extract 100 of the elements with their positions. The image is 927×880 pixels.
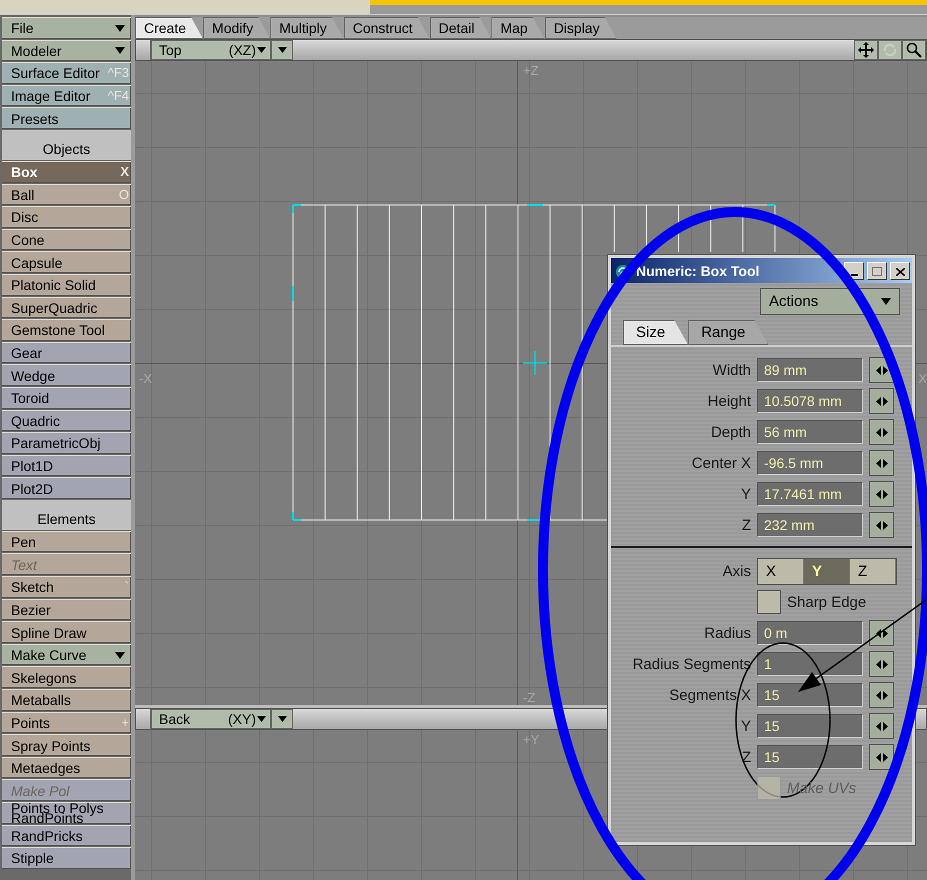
tool-button[interactable]: Cone — [2, 228, 131, 250]
number-field[interactable]: 15 — [757, 714, 863, 738]
tool-button[interactable]: Surface Editor ^F3 — [2, 62, 131, 84]
close-button[interactable] — [890, 262, 910, 280]
tool-button[interactable]: Spray Points — [2, 734, 131, 756]
rotate-button[interactable] — [878, 40, 902, 60]
number-field[interactable]: 15 — [757, 745, 863, 769]
field-label: Height — [706, 392, 751, 410]
zoom-button[interactable] — [902, 40, 926, 60]
tool-button[interactable]: Plot1D — [2, 454, 131, 476]
dialog-tab[interactable]: Range — [688, 320, 768, 345]
mode-tab[interactable]: Detail — [430, 17, 492, 39]
tool-button[interactable]: ParametricObj — [2, 432, 131, 454]
spin-button[interactable] — [869, 512, 894, 538]
dropdown-caret-icon — [115, 652, 125, 659]
left-right-arrows-icon — [876, 366, 888, 374]
tool-button[interactable]: Image Editor ^F4 — [2, 84, 131, 106]
tool-button[interactable]: Wedge — [2, 364, 131, 386]
section-header: Elements — [2, 500, 131, 530]
menu-dropdown[interactable]: Make Curve — [2, 644, 131, 666]
menu-dropdown[interactable]: Modeler — [2, 40, 131, 62]
dropdown-caret-icon — [115, 24, 125, 32]
number-field[interactable]: -96.5 mm — [757, 451, 863, 475]
tool-button[interactable]: Gemstone Tool — [2, 319, 131, 341]
tool-button[interactable]: Sketch ` — [2, 576, 131, 598]
minimize-icon — [850, 274, 858, 276]
axis-label: +Y — [523, 732, 540, 747]
spin-button[interactable] — [869, 419, 894, 445]
spin-button[interactable] — [869, 450, 894, 476]
tool-button[interactable]: Gear — [2, 342, 131, 364]
pan-button[interactable] — [854, 40, 878, 60]
left-right-arrows-icon — [876, 690, 888, 700]
viewport-menu-button[interactable] — [271, 40, 293, 60]
axis-option[interactable]: Y — [804, 558, 850, 584]
field-label: Z — [740, 516, 751, 534]
number-field[interactable]: 1 — [757, 652, 863, 676]
tool-button[interactable]: Skelegons — [2, 666, 131, 688]
number-field[interactable]: 0 m — [757, 621, 863, 645]
number-field[interactable]: 56 mm — [757, 420, 863, 444]
spin-button[interactable] — [869, 388, 894, 414]
tool-button[interactable]: Plot2D — [2, 477, 131, 499]
dropdown-caret-icon — [115, 47, 125, 54]
maximize-button[interactable] — [867, 262, 887, 280]
tool-button[interactable]: Metaballs — [2, 689, 131, 711]
axis-option[interactable]: X — [758, 558, 804, 584]
tool-button[interactable]: SuperQuadric — [2, 296, 131, 318]
left-right-arrows-icon — [876, 660, 888, 668]
tool-button[interactable]: RandPricks — [2, 824, 131, 846]
left-right-arrows-icon — [876, 458, 888, 468]
tool-button[interactable]: Platonic Solid — [2, 274, 131, 296]
tool-button[interactable]: Spline Draw — [2, 621, 131, 643]
view-dropdown[interactable]: Top (XZ) — [151, 40, 271, 60]
tool-button[interactable]: Quadric — [2, 410, 131, 432]
mode-tab[interactable]: Construct — [344, 17, 430, 39]
mode-tab[interactable]: Multiply — [270, 17, 344, 39]
tool-button[interactable]: Metaedges — [2, 756, 131, 778]
number-field[interactable]: 15 — [757, 683, 863, 707]
shortcut-key: X — [120, 164, 129, 179]
mode-tab[interactable]: Modify — [203, 17, 270, 39]
actions-dropdown[interactable]: Actions — [760, 288, 900, 315]
tool-button[interactable]: Capsule — [2, 251, 131, 273]
checkbox[interactable] — [757, 590, 781, 614]
number-field[interactable]: 10.5078 mm — [757, 389, 863, 413]
tool-button[interactable]: Stipple — [2, 847, 131, 869]
mode-tab[interactable]: Display — [544, 17, 617, 39]
tool-button[interactable]: Ball O — [2, 184, 131, 206]
spin-button[interactable] — [869, 682, 894, 708]
dialog-tab[interactable]: Size — [623, 320, 688, 345]
left-right-arrows-icon — [876, 628, 888, 638]
tool-button[interactable]: Presets — [2, 107, 131, 129]
axis-option[interactable]: Z — [850, 558, 896, 584]
left-right-arrows-icon — [876, 752, 888, 762]
tool-button[interactable]: Points + — [2, 712, 131, 734]
tool-button[interactable]: Toroid — [2, 386, 131, 408]
view-dropdown[interactable]: Back (XY) — [151, 709, 271, 729]
spin-button[interactable] — [869, 481, 894, 507]
menu-dropdown[interactable]: File — [2, 17, 131, 39]
field-label: Width — [712, 362, 751, 378]
dropdown-caret-icon — [278, 47, 286, 53]
spin-button[interactable] — [869, 620, 894, 646]
magnifier-icon — [906, 42, 922, 58]
tool-button[interactable]: Bezier — [2, 598, 131, 620]
number-field[interactable]: 17.7461 mm — [757, 482, 863, 506]
spin-button[interactable] — [869, 651, 894, 677]
tool-button[interactable]: Pen — [2, 530, 131, 552]
mode-tab[interactable]: Map — [491, 17, 545, 39]
mode-tab[interactable]: Create — [135, 17, 204, 39]
number-field[interactable]: 232 mm — [757, 513, 863, 537]
move-arrows-icon — [858, 42, 874, 58]
spin-button[interactable] — [869, 713, 894, 739]
left-right-arrows-icon — [876, 490, 888, 498]
tool-button[interactable]: Points to Polys RandPoints — [2, 802, 131, 824]
number-field[interactable]: 89 mm — [757, 358, 863, 382]
spin-button[interactable] — [869, 744, 894, 770]
viewport-menu-button[interactable] — [271, 709, 293, 729]
dropdown-caret-icon — [257, 716, 266, 722]
tool-button[interactable]: Box X — [2, 160, 131, 183]
left-right-arrows-icon — [876, 722, 888, 730]
tool-button[interactable]: Disc — [2, 206, 131, 228]
close-icon — [896, 268, 904, 276]
